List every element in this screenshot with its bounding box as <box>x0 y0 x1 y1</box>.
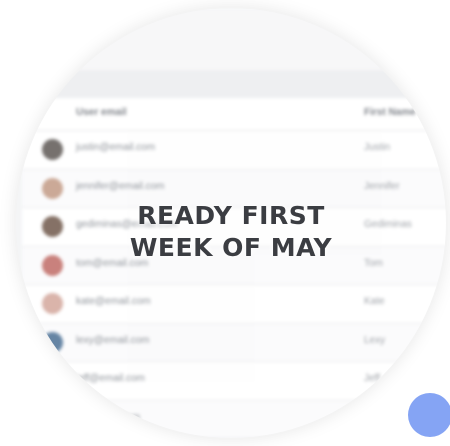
table-row[interactable]: lexy@email.com Lexy <box>22 323 446 362</box>
column-header-first-name: First Name <box>364 107 416 118</box>
preview-circle: User email First Name justin@email.com Ju… <box>16 8 446 438</box>
user-email-cell: jennifer@email.com <box>76 180 165 192</box>
first-name-cell: Kate <box>364 296 385 307</box>
column-header-email: User email <box>76 107 127 118</box>
user-email-cell: kate@email.com <box>76 296 151 307</box>
avatar <box>42 408 63 430</box>
avatar <box>42 370 63 391</box>
first-name-cell: Jeff <box>364 373 380 384</box>
avatar <box>42 177 63 199</box>
filter-strip <box>16 70 446 98</box>
user-email-cell: jeff@email.com <box>76 373 145 384</box>
table-row[interactable]: ...@email.com <box>22 400 446 438</box>
avatar <box>42 139 63 160</box>
first-name-cell: Lexy <box>364 334 386 346</box>
chat-bubble-button[interactable] <box>408 393 450 437</box>
release-banner-line-2: WEEK OF MAY <box>129 233 333 262</box>
table-row[interactable]: jeff@email.com Jeff <box>22 362 446 401</box>
table-row[interactable]: kate@email.com Kate <box>22 285 446 324</box>
table-row[interactable]: justin@email.com Justin <box>22 131 446 170</box>
user-email-cell: justin@email.com <box>76 142 156 153</box>
first-name-cell: Jennifer <box>364 180 400 192</box>
first-name-cell: Justin <box>364 142 391 153</box>
table-body: justin@email.com Justin jennifer@email.com… <box>22 131 446 438</box>
promo-card: User email First Name justin@email.com Ju… <box>0 0 450 446</box>
user-email-cell: ...@email.com <box>76 411 141 423</box>
toolbar-area <box>16 8 446 70</box>
users-table: User email First Name justin@email.com Ju… <box>22 98 446 438</box>
avatar <box>42 331 63 353</box>
release-banner-line-1: READY FIRST <box>137 201 325 230</box>
table-header: User email First Name <box>22 98 446 131</box>
avatar <box>42 293 63 314</box>
user-email-cell: lexy@email.com <box>76 334 150 346</box>
release-banner: READY FIRST WEEK OF MAY <box>16 200 446 264</box>
